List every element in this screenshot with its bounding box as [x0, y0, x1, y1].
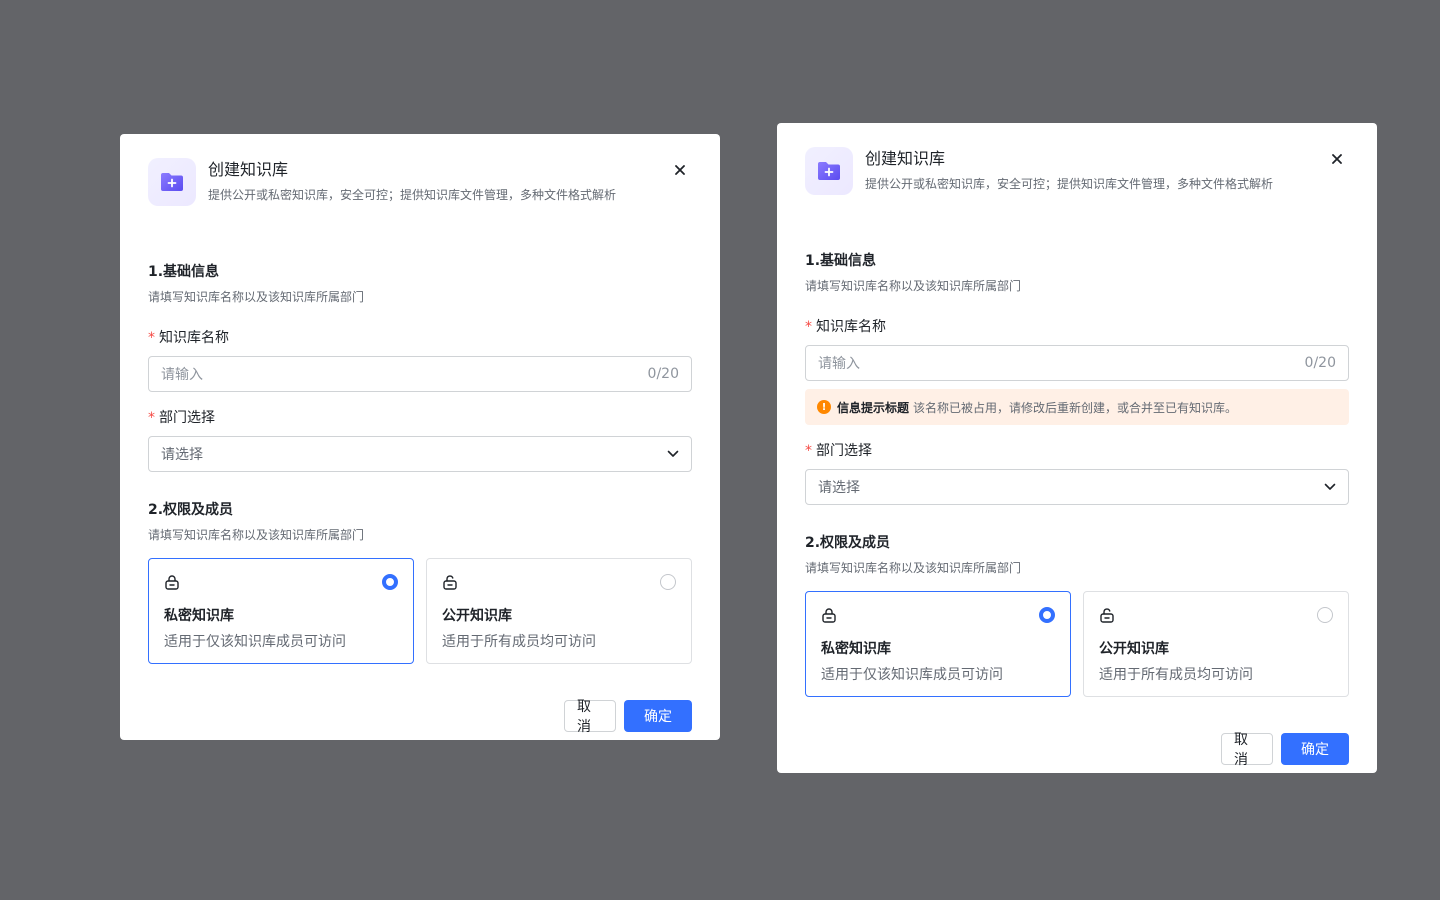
warning-alert: ! 信息提示标题 该名称已被占用，请修改后重新创建，或合并至已有知识库。 [805, 389, 1349, 425]
folder-plus-icon [148, 158, 196, 206]
close-icon [1332, 154, 1342, 164]
permission-section: 2.权限及成员 请填写知识库名称以及该知识库所属部门 [805, 533, 1349, 577]
public-desc: 适用于所有成员均可访问 [442, 634, 596, 650]
dialog-subtitle: 提供公开或私密知识库，安全可控；提供知识库文件管理，多种文件格式解析 [865, 177, 1274, 191]
basic-info-section: 1.基础信息 请填写知识库名称以及该知识库所属部门 [148, 262, 692, 306]
section-desc-permission: 请填写知识库名称以及该知识库所属部门 [805, 561, 1022, 575]
section-desc-basic: 请填写知识库名称以及该知识库所属部门 [148, 290, 365, 304]
lock-icon [822, 608, 836, 623]
unlock-icon [1100, 608, 1114, 623]
public-title: 公开知识库 [442, 608, 512, 624]
public-radio[interactable] [660, 574, 676, 590]
close-button[interactable] [670, 160, 690, 180]
department-placeholder: 请选择 [161, 447, 203, 463]
cancel-button[interactable]: 取消 [564, 699, 616, 735]
close-icon [675, 165, 685, 175]
name-input[interactable]: 请输入 0/20 [805, 345, 1349, 381]
private-radio[interactable] [1039, 607, 1055, 623]
section-title-permission: 2.权限及成员 [148, 502, 234, 518]
name-input[interactable]: 请输入 0/20 [148, 356, 692, 392]
name-label: * 知识库名称 [148, 330, 229, 346]
unlock-icon [443, 575, 457, 590]
dialog-subtitle: 提供公开或私密知识库，安全可控；提供知识库文件管理，多种文件格式解析 [208, 188, 617, 202]
department-field: * 部门选择 请选择 [148, 408, 692, 472]
confirm-button[interactable]: 确定 [1281, 733, 1349, 765]
private-title: 私密知识库 [821, 641, 891, 657]
name-field: * 知识库名称 请输入 0/20 [148, 328, 692, 392]
public-radio[interactable] [1317, 607, 1333, 623]
public-option-card[interactable]: 公开知识库 适用于所有成员均可访问 [426, 558, 692, 664]
char-counter: 0/20 [1304, 355, 1336, 371]
char-counter: 0/20 [647, 366, 679, 382]
name-field: * 知识库名称 请输入 0/20 ! 信息提示标题 该名称已被占用，请修改后重新创… [805, 317, 1349, 425]
private-desc: 适用于仅该知识库成员可访问 [821, 667, 1003, 683]
department-placeholder: 请选择 [818, 480, 860, 496]
public-title: 公开知识库 [1099, 641, 1169, 657]
section-title-permission: 2.权限及成员 [805, 535, 891, 551]
name-placeholder: 请输入 [818, 356, 860, 372]
permission-section: 2.权限及成员 请填写知识库名称以及该知识库所属部门 [148, 500, 692, 544]
create-knowledge-base-dialog: 创建知识库 提供公开或私密知识库，安全可控；提供知识库文件管理，多种文件格式解析… [120, 134, 720, 740]
create-knowledge-base-dialog-with-alert: 创建知识库 提供公开或私密知识库，安全可控；提供知识库文件管理，多种文件格式解析… [777, 123, 1377, 773]
chevron-down-icon [667, 450, 679, 457]
section-desc-basic: 请填写知识库名称以及该知识库所属部门 [805, 279, 1022, 293]
required-mark: * [805, 443, 812, 459]
dialog-footer: 取消 确定 [148, 699, 692, 735]
cancel-button[interactable]: 取消 [1221, 732, 1273, 768]
dialog-footer: 取消 确定 [805, 732, 1349, 768]
department-field: * 部门选择 请选择 [805, 441, 1349, 505]
alert-text: 该名称已被占用，请修改后重新创建，或合并至已有知识库。 [913, 400, 1238, 415]
section-title-basic: 1.基础信息 [148, 264, 220, 280]
department-label: * 部门选择 [805, 443, 872, 459]
dialog-header: 创建知识库 提供公开或私密知识库，安全可控；提供知识库文件管理，多种文件格式解析 [148, 158, 692, 206]
private-radio[interactable] [382, 574, 398, 590]
department-select[interactable]: 请选择 [805, 469, 1349, 505]
required-mark: * [148, 330, 155, 346]
public-desc: 适用于所有成员均可访问 [1099, 667, 1253, 683]
close-button[interactable] [1327, 149, 1347, 169]
visibility-options: 私密知识库 适用于仅该知识库成员可访问 公开知识库 适用于所有成员均可访问 [148, 558, 692, 664]
required-mark: * [805, 319, 812, 335]
visibility-options: 私密知识库 适用于仅该知识库成员可访问 公开知识库 适用于所有成员均可访问 [805, 591, 1349, 697]
department-label: * 部门选择 [148, 410, 215, 426]
private-desc: 适用于仅该知识库成员可访问 [164, 634, 346, 650]
folder-plus-icon [805, 147, 853, 195]
required-mark: * [148, 410, 155, 426]
department-select[interactable]: 请选择 [148, 436, 692, 472]
private-option-card[interactable]: 私密知识库 适用于仅该知识库成员可访问 [805, 591, 1071, 697]
basic-info-section: 1.基础信息 请填写知识库名称以及该知识库所属部门 [805, 251, 1349, 295]
section-title-basic: 1.基础信息 [805, 253, 877, 269]
section-desc-permission: 请填写知识库名称以及该知识库所属部门 [148, 528, 365, 542]
name-placeholder: 请输入 [161, 367, 203, 383]
dialog-header: 创建知识库 提供公开或私密知识库，安全可控；提供知识库文件管理，多种文件格式解析 [805, 147, 1349, 195]
private-option-card[interactable]: 私密知识库 适用于仅该知识库成员可访问 [148, 558, 414, 664]
dialog-title: 创建知识库 [208, 160, 289, 179]
name-label: * 知识库名称 [805, 319, 886, 335]
alert-title: 信息提示标题 [837, 400, 910, 415]
public-option-card[interactable]: 公开知识库 适用于所有成员均可访问 [1083, 591, 1349, 697]
private-title: 私密知识库 [164, 608, 234, 624]
confirm-button[interactable]: 确定 [624, 700, 692, 732]
lock-icon [165, 575, 179, 590]
dialog-title: 创建知识库 [865, 149, 946, 168]
chevron-down-icon [1324, 483, 1336, 490]
warning-icon: ! [817, 400, 831, 414]
